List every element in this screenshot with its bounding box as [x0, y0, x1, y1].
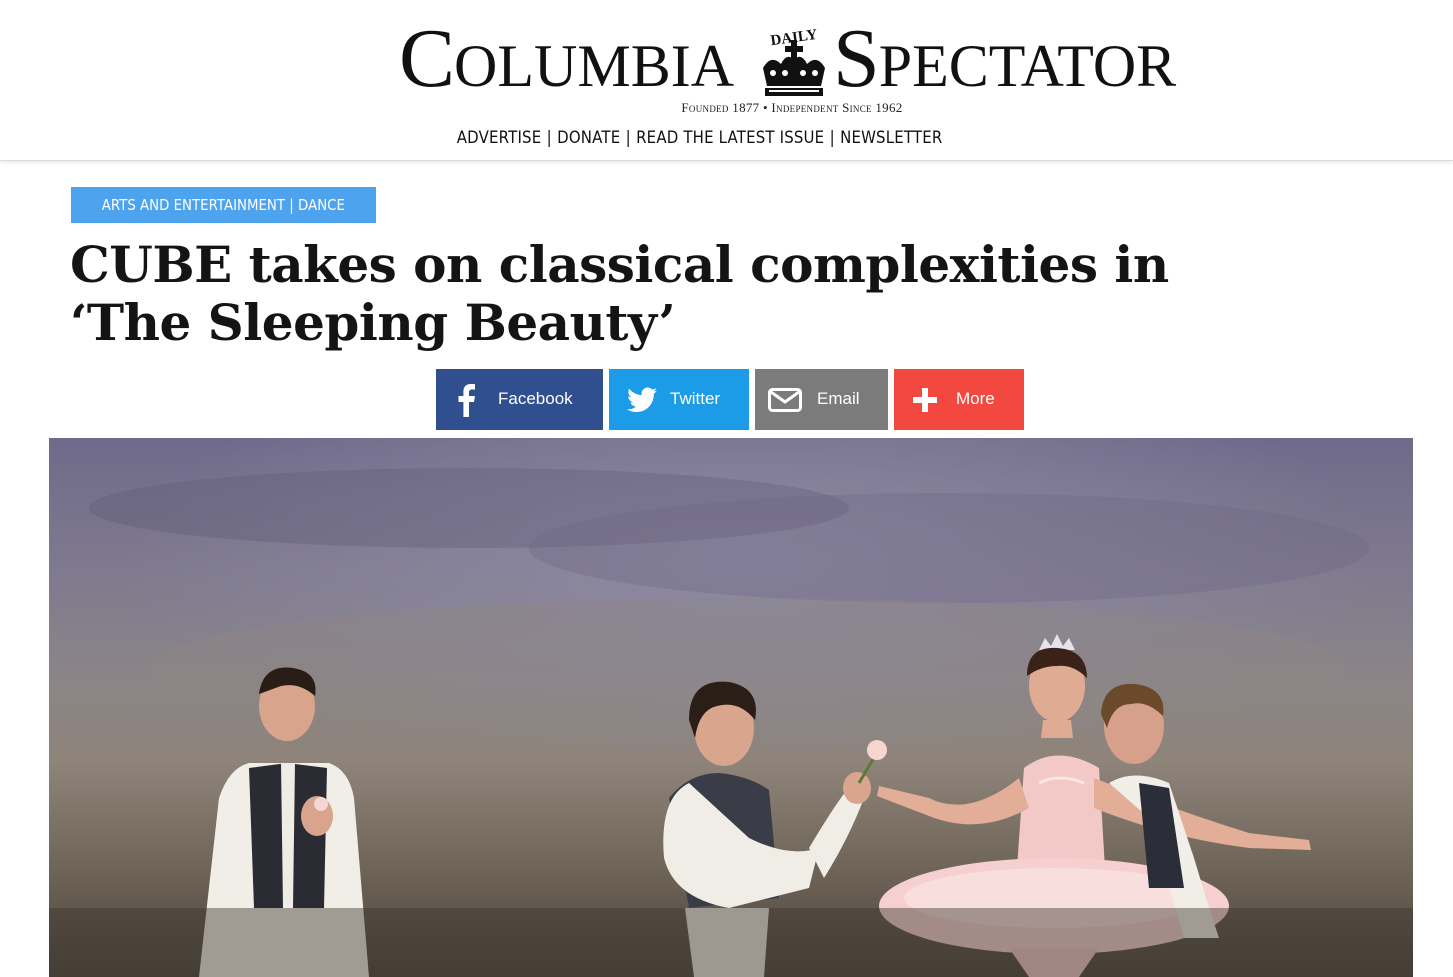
share-more-label: More — [956, 389, 995, 408]
nav-separator: | — [829, 128, 835, 148]
share-twitter-button[interactable]: Twitter — [609, 369, 749, 430]
article-headline: CUBE takes on classical complexities in … — [70, 236, 1220, 352]
plus-icon — [913, 388, 937, 412]
nav-donate[interactable]: DONATE — [557, 128, 620, 148]
section-badge: ARTS AND ENTERTAINMENT | DANCE — [71, 187, 376, 223]
nav-separator: | — [625, 128, 631, 148]
page: COLUMBIA DAILY SPECTATOR Founded 1877 • … — [0, 0, 1453, 977]
share-facebook-button[interactable]: Facebook — [436, 369, 603, 430]
subsection-link[interactable]: DANCE — [298, 196, 345, 214]
share-facebook-label: Facebook — [498, 389, 573, 408]
section-link[interactable]: ARTS AND ENTERTAINMENT — [102, 196, 285, 214]
top-nav: ADVERTISE | DONATE | READ THE LATEST ISSUE | N… — [0, 128, 1399, 148]
logo-spectator: SPECTATOR — [833, 12, 1177, 105]
nav-read-latest-issue[interactable]: READ THE LATEST ISSUE — [636, 128, 824, 148]
logo-columbia: COLUMBIA — [399, 12, 735, 105]
masthead-tagline: Founded 1877 • Independent Since 1962 — [681, 100, 903, 115]
share-email-label: Email — [817, 389, 860, 408]
nav-separator: | — [546, 128, 552, 148]
nav-advertise[interactable]: ADVERTISE — [457, 128, 542, 148]
facebook-icon — [458, 384, 475, 417]
site-logo[interactable]: COLUMBIA DAILY SPECTATOR Founded 1877 • … — [395, 10, 1195, 120]
badge-separator: | — [289, 196, 294, 214]
hero-photo — [49, 438, 1413, 977]
ballet-dancers-illustration — [49, 468, 1413, 977]
headline-line-2: ‘The Sleeping Beauty’ — [70, 293, 676, 352]
twitter-icon — [627, 387, 657, 412]
headline-line-1: CUBE takes on classical complexities in — [70, 235, 1169, 294]
crown-crest-icon: DAILY — [763, 27, 825, 96]
email-icon — [768, 388, 802, 412]
share-twitter-label: Twitter — [670, 389, 721, 408]
share-more-button[interactable]: More — [894, 369, 1024, 430]
nav-newsletter[interactable]: NEWSLETTER — [840, 128, 942, 148]
share-email-button[interactable]: Email — [755, 369, 888, 430]
masthead: COLUMBIA DAILY SPECTATOR Founded 1877 • … — [0, 0, 1453, 161]
